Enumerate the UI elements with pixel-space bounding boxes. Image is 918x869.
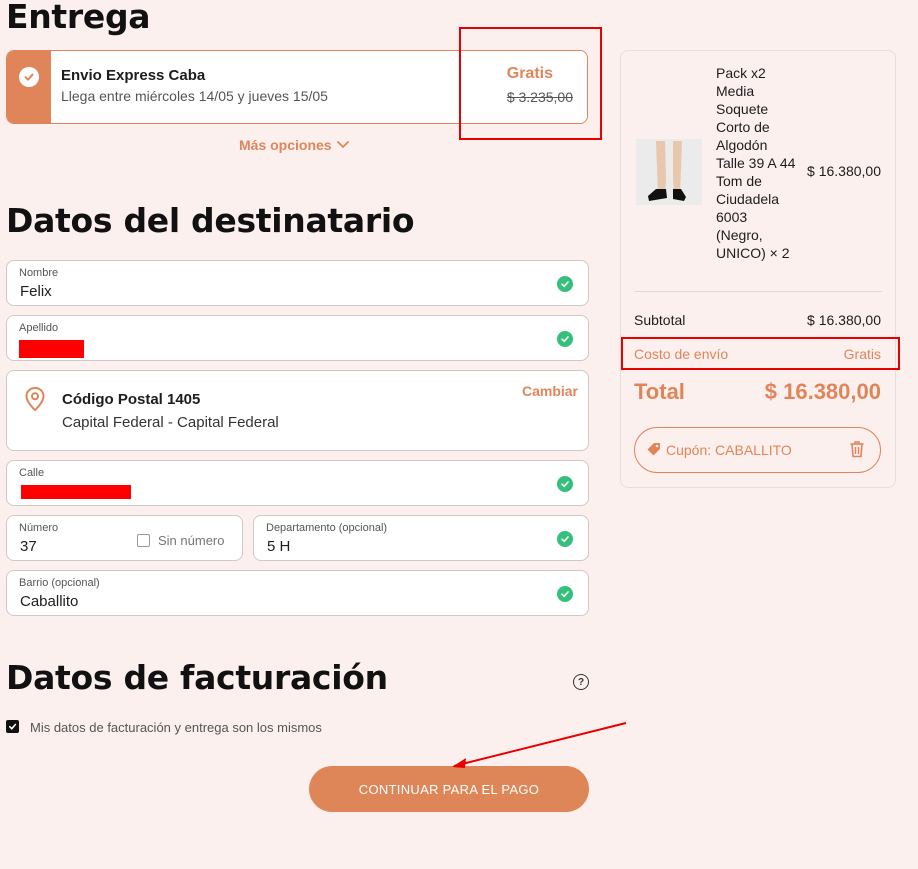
check-icon <box>8 723 17 730</box>
redacted-apellido <box>19 340 84 358</box>
redacted-calle <box>21 485 131 499</box>
shipping-option-accent <box>7 51 51 123</box>
shipping-option-eta: Llega entre miércoles 14/05 y jueves 15/… <box>61 88 328 104</box>
subtotal-value: $ 16.380,00 <box>807 312 881 328</box>
help-icon[interactable]: ? <box>573 674 589 690</box>
postal-code-title: Código Postal 1405 <box>62 391 201 408</box>
calle-field[interactable]: Calle <box>6 460 589 506</box>
total-label: Total <box>634 379 685 404</box>
delivery-heading: Entrega <box>6 0 151 36</box>
recipient-heading: Datos del destinatario <box>6 201 415 240</box>
subtotal-label: Subtotal <box>634 312 686 328</box>
valid-check-icon <box>557 276 573 292</box>
apellido-label: Apellido <box>19 322 59 334</box>
annotation-box-shipping-price <box>459 27 602 140</box>
sin-numero-label: Sin número <box>158 533 225 548</box>
postal-code-card: Código Postal 1405 Capital Federal - Cap… <box>6 370 589 451</box>
tag-icon <box>646 441 662 462</box>
nombre-value: Felix <box>20 283 52 300</box>
nombre-field[interactable]: Nombre Felix <box>6 260 589 306</box>
sin-numero-checkbox[interactable]: Sin número <box>137 533 224 548</box>
annotation-arrow <box>452 722 627 768</box>
selected-check-icon <box>19 67 39 87</box>
order-summary-panel: Pack x2 Media Soquete Corto de Algodón T… <box>620 50 896 488</box>
coupon-chip[interactable]: Cupón: CABALLITO <box>634 427 881 473</box>
calle-label: Calle <box>19 467 45 479</box>
valid-check-icon <box>557 531 573 547</box>
shipping-option-name: Envio Express Caba <box>61 67 206 84</box>
numero-field[interactable]: Número 37 Sin número <box>6 515 243 561</box>
nombre-label: Nombre <box>19 267 59 279</box>
annotation-box-shipping-cost <box>621 337 900 370</box>
product-name: Pack x2 Media Soquete Corto de Algodón T… <box>716 65 796 261</box>
location-pin-icon <box>24 386 46 417</box>
barrio-label: Barrio (opcional) <box>19 577 100 589</box>
departamento-label: Departamento (opcional) <box>266 522 388 534</box>
apellido-field[interactable]: Apellido <box>6 315 589 361</box>
more-options-label: Más opciones <box>239 137 332 153</box>
product-price: $ 16.380,00 <box>807 163 881 179</box>
billing-heading: Datos de facturación <box>6 658 388 697</box>
product-image <box>636 139 702 205</box>
same-billing-label: Mis datos de facturación y entrega son l… <box>30 720 322 735</box>
change-postal-code-link[interactable]: Cambiar <box>522 383 578 399</box>
coupon-label: Cupón: CABALLITO <box>666 442 792 458</box>
valid-check-icon <box>557 331 573 347</box>
barrio-value: Caballito <box>20 593 79 610</box>
numero-label: Número <box>19 522 59 534</box>
barrio-field[interactable]: Barrio (opcional) Caballito <box>6 570 589 616</box>
same-billing-checkbox[interactable] <box>6 720 19 733</box>
chevron-down-icon <box>336 141 349 149</box>
trash-icon[interactable] <box>849 440 865 463</box>
valid-check-icon <box>557 476 573 492</box>
more-options-link[interactable]: Más opciones <box>239 137 349 153</box>
total-value: $ 16.380,00 <box>764 379 881 404</box>
valid-check-icon <box>557 586 573 602</box>
sin-numero-box <box>137 534 150 547</box>
numero-value: 37 <box>20 538 37 555</box>
departamento-value: 5 H <box>267 538 291 555</box>
summary-divider <box>634 291 882 292</box>
postal-code-location: Capital Federal - Capital Federal <box>62 414 279 431</box>
departamento-field[interactable]: Departamento (opcional) 5 H <box>253 515 589 561</box>
